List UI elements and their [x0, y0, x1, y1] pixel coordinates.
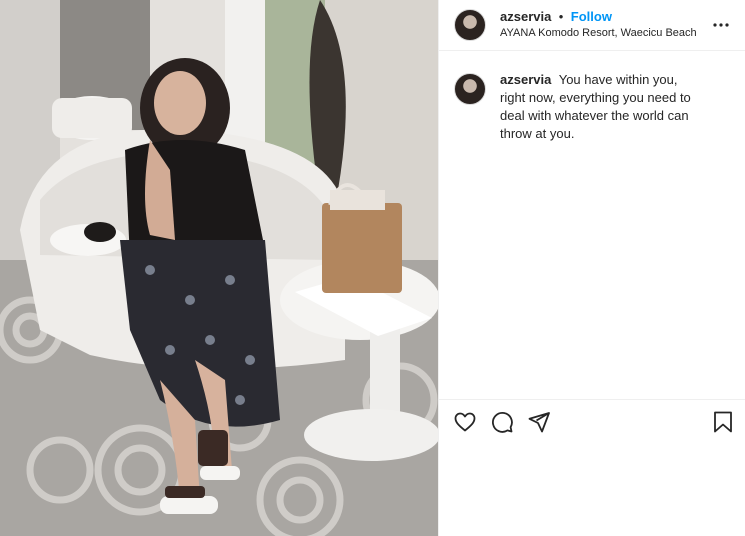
photo-illustration	[0, 0, 438, 536]
caption: azservia You have within you, right now,…	[500, 71, 729, 399]
instagram-post: azservia • Follow AYANA Komodo Resort, W…	[0, 0, 745, 536]
header-top-line: azservia • Follow	[500, 9, 709, 25]
username-link[interactable]: azservia	[500, 9, 551, 24]
separator-dot: •	[558, 9, 564, 24]
location-link[interactable]: AYANA Komodo Resort, Waecicu Beach	[500, 25, 709, 41]
caption-username[interactable]: azservia	[500, 72, 551, 87]
caption-area: azservia You have within you, right now,…	[439, 51, 745, 399]
comment-icon	[492, 411, 513, 433]
more-options-icon	[713, 23, 729, 27]
header-text: azservia • Follow AYANA Komodo Resort, W…	[500, 9, 709, 41]
post-side-panel: azservia • Follow AYANA Komodo Resort, W…	[438, 0, 745, 536]
comment-button[interactable]	[490, 410, 514, 434]
caption-avatar[interactable]	[454, 73, 486, 105]
paper-plane-icon	[528, 412, 550, 433]
heart-icon	[454, 412, 476, 432]
save-button[interactable]	[711, 410, 735, 434]
bookmark-icon	[714, 411, 732, 433]
post-photo[interactable]	[0, 0, 438, 536]
post-header: azservia • Follow AYANA Komodo Resort, W…	[439, 0, 745, 51]
follow-button[interactable]: Follow	[571, 9, 612, 24]
more-options-button[interactable]	[709, 13, 733, 37]
post-actions-bar	[439, 399, 745, 444]
share-button[interactable]	[527, 410, 551, 434]
like-button[interactable]	[453, 410, 477, 434]
avatar[interactable]	[454, 9, 486, 41]
